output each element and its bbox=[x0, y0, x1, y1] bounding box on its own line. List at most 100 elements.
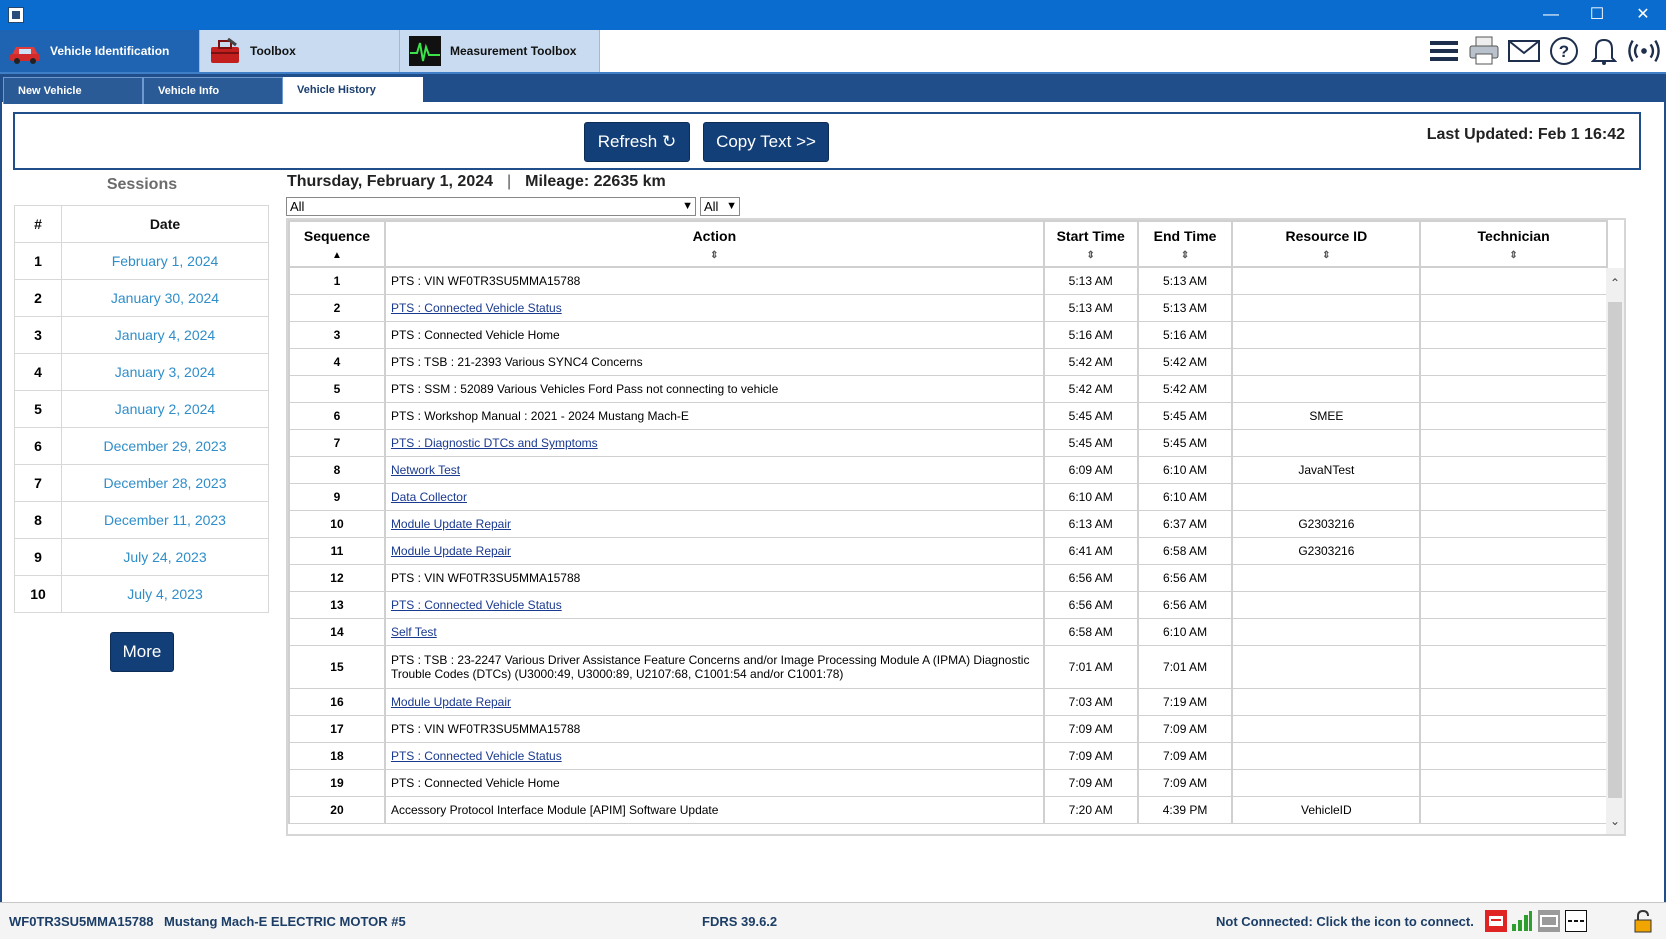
resource-id-cell: G2303216 bbox=[1231, 510, 1422, 538]
history-row: 13 PTS : Connected Vehicle Status 6:56 AM 6… bbox=[288, 591, 1608, 619]
mail-icon[interactable] bbox=[1508, 35, 1540, 67]
network-adapter-icon[interactable] bbox=[1538, 910, 1560, 932]
close-button[interactable]: ✕ bbox=[1620, 0, 1666, 30]
module-tab-measurement-toolbox[interactable]: Measurement Toolbox bbox=[400, 30, 600, 72]
resource-id-cell bbox=[1231, 688, 1422, 716]
session-date-link[interactable]: January 2, 2024 bbox=[61, 390, 269, 428]
action-link[interactable]: Data Collector bbox=[391, 490, 467, 504]
col-technician[interactable]: Technician ⇕ bbox=[1419, 220, 1608, 268]
start-time-cell: 6:56 AM bbox=[1042, 591, 1139, 619]
copy-text-button[interactable]: Copy Text >> bbox=[703, 122, 829, 162]
bell-icon[interactable] bbox=[1588, 35, 1620, 67]
sequence-cell: 16 bbox=[288, 688, 386, 716]
resource-id-cell bbox=[1231, 266, 1422, 295]
session-row[interactable]: 3 January 4, 2024 bbox=[14, 316, 269, 354]
session-date-link[interactable]: December 28, 2023 bbox=[61, 464, 269, 502]
more-sessions-button[interactable]: More bbox=[110, 632, 174, 672]
action-link[interactable]: PTS : Diagnostic DTCs and Symptoms bbox=[391, 436, 598, 450]
resource-id-cell: JavaNTest bbox=[1231, 456, 1422, 484]
tab-vehicle-history[interactable]: Vehicle History bbox=[283, 77, 423, 104]
session-row[interactable]: 7 December 28, 2023 bbox=[14, 464, 269, 502]
session-row[interactable]: 5 January 2, 2024 bbox=[14, 390, 269, 428]
session-date-link[interactable]: January 30, 2024 bbox=[61, 279, 269, 317]
technician-cell bbox=[1419, 715, 1608, 743]
history-row: 12 PTS : VIN WF0TR3SU5MMA15788 6:56 AM 6:56… bbox=[288, 564, 1608, 592]
session-date-link[interactable]: January 4, 2024 bbox=[61, 316, 269, 354]
lock-icon[interactable] bbox=[1632, 909, 1654, 933]
action-link[interactable]: Module Update Repair bbox=[391, 517, 511, 531]
keyboard-icon[interactable] bbox=[1565, 910, 1587, 932]
signal-strength-icon[interactable] bbox=[1511, 910, 1533, 932]
vcm-connect-icon[interactable] bbox=[1485, 910, 1507, 932]
action-text: PTS : TSB : 21-2393 Various SYNC4 Concer… bbox=[390, 355, 643, 369]
session-date-link[interactable]: January 3, 2024 bbox=[61, 353, 269, 391]
col-action[interactable]: Action ⇕ bbox=[383, 220, 1045, 268]
session-date-link[interactable]: December 29, 2023 bbox=[61, 427, 269, 465]
session-date-link[interactable]: July 24, 2023 bbox=[61, 538, 269, 576]
end-time-cell: 7:09 AM bbox=[1136, 769, 1234, 797]
session-row[interactable]: 6 December 29, 2023 bbox=[14, 427, 269, 465]
action-cell: PTS : Connected Vehicle Home bbox=[383, 769, 1045, 797]
resource-id-cell bbox=[1231, 483, 1422, 511]
col-start-time[interactable]: Start Time ⇕ bbox=[1042, 220, 1139, 268]
technician-cell bbox=[1419, 618, 1608, 646]
module-tab-vehicle-identification[interactable]: Vehicle Identification bbox=[0, 30, 200, 72]
module-tab-label: Measurement Toolbox bbox=[450, 44, 577, 58]
session-row[interactable]: 4 January 3, 2024 bbox=[14, 353, 269, 391]
sort-ascending-icon: ▲ bbox=[332, 250, 342, 261]
action-link[interactable]: PTS : Connected Vehicle Status bbox=[391, 598, 562, 612]
action-cell: PTS : TSB : 21-2393 Various SYNC4 Concer… bbox=[383, 348, 1045, 376]
action-link[interactable]: Self Test bbox=[391, 625, 437, 639]
session-date-link[interactable]: February 1, 2024 bbox=[61, 242, 269, 280]
tab-new-vehicle[interactable]: New Vehicle bbox=[3, 77, 143, 104]
history-row: 18 PTS : Connected Vehicle Status 7:09 AM 7… bbox=[288, 742, 1608, 770]
session-row[interactable]: 10 July 4, 2023 bbox=[14, 575, 269, 613]
session-date-link[interactable]: July 4, 2023 bbox=[61, 575, 269, 613]
col-resource-id[interactable]: Resource ID ⇕ bbox=[1231, 220, 1422, 268]
technician-cell bbox=[1419, 348, 1608, 376]
col-end-time[interactable]: End Time ⇕ bbox=[1136, 220, 1234, 268]
action-link[interactable]: PTS : Connected Vehicle Status bbox=[391, 749, 562, 763]
action-link[interactable]: Network Test bbox=[391, 463, 460, 477]
help-icon[interactable]: ? bbox=[1548, 35, 1580, 67]
end-time-cell: 6:37 AM bbox=[1136, 510, 1234, 538]
menu-icon[interactable] bbox=[1428, 35, 1460, 67]
action-link[interactable]: PTS : Connected Vehicle Status bbox=[391, 301, 562, 315]
module-tab-toolbox[interactable]: Toolbox bbox=[200, 30, 400, 72]
scrollbar-thumb[interactable] bbox=[1608, 302, 1622, 798]
sequence-cell: 5 bbox=[288, 375, 386, 403]
scroll-down-icon[interactable]: ⌄ bbox=[1606, 814, 1624, 834]
action-filter-select[interactable]: All ▼ bbox=[286, 197, 696, 216]
technician-cell bbox=[1419, 402, 1608, 430]
module-tab-label: Toolbox bbox=[250, 44, 296, 58]
action-cell: Module Update Repair bbox=[383, 688, 1045, 716]
type-filter-select[interactable]: All ▼ bbox=[700, 197, 740, 216]
scroll-up-icon[interactable]: ⌃ bbox=[1606, 276, 1624, 296]
resource-id-cell bbox=[1231, 591, 1422, 619]
history-scrollbar[interactable]: ⌃ ⌄ bbox=[1606, 268, 1624, 834]
end-time-cell: 7:09 AM bbox=[1136, 742, 1234, 770]
resource-id-cell bbox=[1231, 564, 1422, 592]
status-vehicle: Mustang Mach-E ELECTRIC MOTOR #5 bbox=[164, 914, 406, 929]
wireless-icon[interactable] bbox=[1628, 35, 1660, 67]
refresh-button[interactable]: Refresh ↻ bbox=[584, 122, 690, 162]
action-link[interactable]: Module Update Repair bbox=[391, 544, 511, 558]
start-time-cell: 5:45 AM bbox=[1042, 402, 1139, 430]
session-date-link[interactable]: December 11, 2023 bbox=[61, 501, 269, 539]
session-row[interactable]: 8 December 11, 2023 bbox=[14, 501, 269, 539]
minimize-button[interactable]: — bbox=[1528, 0, 1574, 30]
printer-icon[interactable] bbox=[1468, 35, 1500, 67]
end-time-cell: 6:58 AM bbox=[1136, 537, 1234, 565]
session-row[interactable]: 1 February 1, 2024 bbox=[14, 242, 269, 280]
history-row: 9 Data Collector 6:10 AM 6:10 AM bbox=[288, 483, 1608, 511]
session-row[interactable]: 2 January 30, 2024 bbox=[14, 279, 269, 317]
tab-vehicle-info[interactable]: Vehicle Info bbox=[143, 77, 283, 104]
session-row[interactable]: 9 July 24, 2023 bbox=[14, 538, 269, 576]
resource-id-cell: SMEE bbox=[1231, 402, 1422, 430]
maximize-button[interactable]: ☐ bbox=[1574, 0, 1620, 30]
session-number: 8 bbox=[14, 501, 62, 539]
action-link[interactable]: Module Update Repair bbox=[391, 695, 511, 709]
col-sequence[interactable]: Sequence ▲ bbox=[288, 220, 386, 268]
resource-id-cell: VehicleID bbox=[1231, 796, 1422, 824]
sequence-cell: 9 bbox=[288, 483, 386, 511]
